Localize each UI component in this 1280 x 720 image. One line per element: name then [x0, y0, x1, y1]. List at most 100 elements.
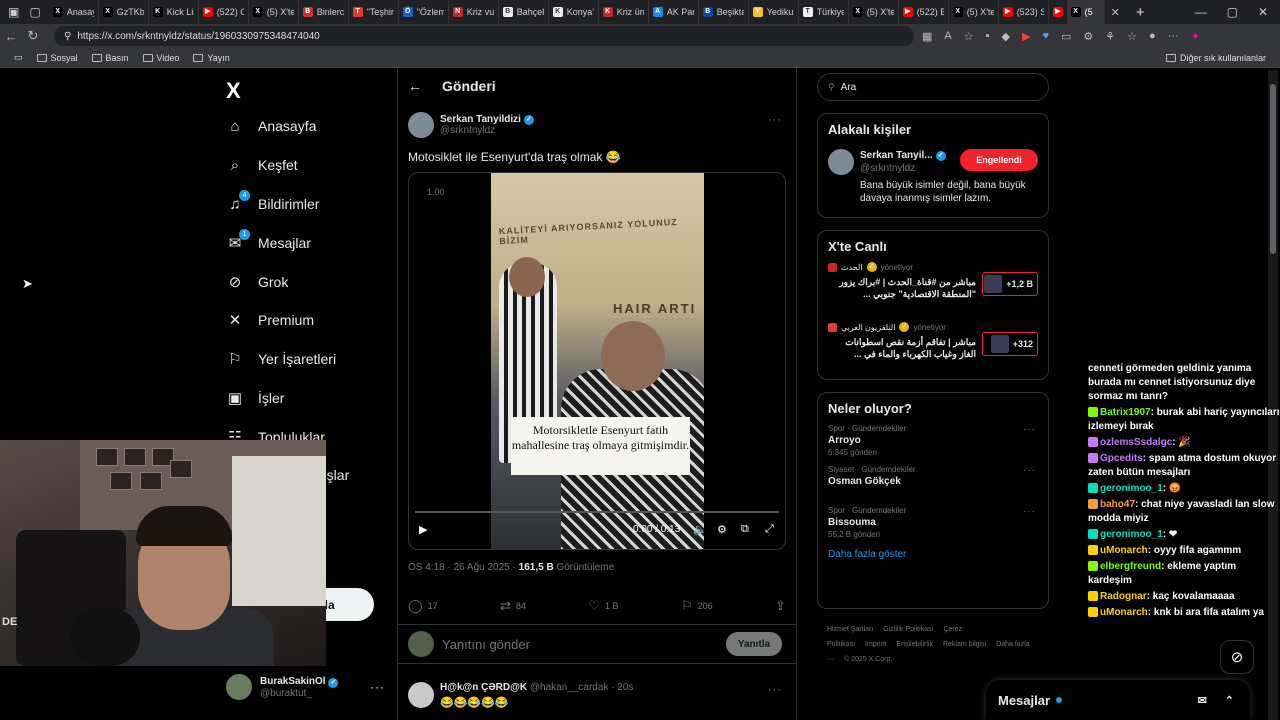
split-icon[interactable]: ▦: [922, 30, 932, 43]
browser-tab[interactable]: N Kriz vu: [449, 0, 499, 24]
author-name[interactable]: Serkan Tanyildizi ✓: [440, 114, 534, 125]
browser-tab[interactable]: X (5) X'te: [849, 0, 899, 24]
footer-link[interactable]: Hizmet Şartları: [827, 626, 873, 633]
trend-more-icon[interactable]: ···: [1023, 506, 1036, 517]
extension-icon[interactable]: ◆: [1002, 30, 1010, 43]
new-message-icon[interactable]: ✉: [1198, 694, 1207, 707]
profile-icon[interactable]: ▣: [8, 5, 19, 19]
related-name[interactable]: Serkan Tanyil... ✓: [860, 150, 946, 161]
trend-more-icon[interactable]: ···: [1023, 465, 1036, 476]
fullscreen-icon[interactable]: ⤢: [765, 523, 774, 536]
bookmark-folder[interactable]: Sosyal: [36, 53, 78, 63]
live-item[interactable]: التلفزيون العربي ✓ yönetiyor مباشر | تفاقم …: [818, 322, 1048, 382]
bookmark-reading-icon[interactable]: ▭: [14, 52, 23, 63]
browser-tab[interactable]: Ö "Özlem: [399, 0, 449, 24]
comment-item[interactable]: H@k@n ÇƏRD@K @hakan__cardak · 20s 😂😂😂😂😂: [408, 682, 633, 709]
minimize-icon[interactable]: —: [1195, 5, 1207, 19]
bookmark-folder[interactable]: Basın: [91, 53, 129, 63]
browser-tab[interactable]: ▶ (522) B: [899, 0, 949, 24]
search-input[interactable]: ⚲ Ara: [817, 73, 1049, 101]
extensions-icon[interactable]: ⚘: [1105, 30, 1115, 43]
browser-tab[interactable]: ▶ (523) S: [999, 0, 1049, 24]
like-action[interactable]: ♡ 1 B: [588, 598, 618, 614]
nav-item-jobs[interactable]: ▣ İşler: [226, 389, 285, 407]
x-logo[interactable]: X: [226, 78, 241, 104]
video-player[interactable]: 1.00 KALİTEYİ ARIYORSANIZ YOLUNUZ BİZİM …: [408, 172, 786, 550]
browser-tab[interactable]: X (5) X'te: [249, 0, 299, 24]
back-icon[interactable]: ←: [0, 29, 22, 44]
back-arrow-icon[interactable]: ←: [408, 78, 422, 94]
browser-tab[interactable]: ▶(523) R: [1049, 0, 1067, 24]
expand-icon[interactable]: ⌃: [1225, 694, 1234, 707]
chat-username[interactable]: Gpcedits: [1100, 453, 1143, 464]
volume-icon[interactable]: 🔈: [693, 523, 707, 536]
nav-item-premium[interactable]: ✕ Premium: [226, 311, 314, 329]
chat-username[interactable]: baho47: [1100, 499, 1135, 510]
chat-username[interactable]: uMonarch: [1100, 607, 1148, 618]
browser-tab[interactable]: X (5) X'te: [949, 0, 999, 24]
nav-item-explore[interactable]: ⌕ Keşfet: [226, 156, 298, 174]
live-listener-count[interactable]: +312: [982, 332, 1038, 356]
chat-username[interactable]: geronimoo_1: [1100, 483, 1163, 494]
avatar[interactable]: [828, 149, 854, 175]
browser-tab[interactable]: Y Yediku: [749, 0, 799, 24]
chat-username[interactable]: geronimoo_1: [1100, 529, 1163, 540]
copilot-icon[interactable]: ✦: [1191, 30, 1200, 43]
trend-more-icon[interactable]: ···: [1023, 424, 1036, 435]
footer-link[interactable]: © 2025 X Corp.: [844, 656, 892, 663]
live-listener-count[interactable]: +1,2 B: [982, 272, 1038, 296]
pip-icon[interactable]: ⧉: [741, 523, 749, 536]
active-tab[interactable]: X (5: [1066, 0, 1105, 24]
bookmark-action[interactable]: ⚐ 206: [681, 598, 713, 614]
chat-username[interactable]: uMonarch: [1100, 545, 1148, 556]
post-author[interactable]: Serkan Tanyildizi ✓ @srkntnyldz: [408, 112, 534, 138]
extension-icon[interactable]: ⚙: [1083, 30, 1093, 43]
account-more-icon[interactable]: ···: [370, 680, 385, 694]
messages-drawer[interactable]: Mesajlar ✉ ⌃: [986, 680, 1250, 720]
extension-icon[interactable]: ▭: [1061, 30, 1071, 43]
reply-button[interactable]: Yanıtla: [726, 632, 782, 656]
browser-tab[interactable]: B Bahçeli: [499, 0, 549, 24]
reload-icon[interactable]: ↻: [22, 28, 44, 44]
comment-more-icon[interactable]: ···: [768, 684, 782, 696]
account-switcher[interactable]: BurakSakinOl ✓ @buraktut_: [226, 672, 386, 702]
footer-link[interactable]: Imprint: [865, 641, 886, 648]
nav-item-messages[interactable]: ✉ 1 Mesajlar: [226, 229, 311, 252]
related-person[interactable]: Serkan Tanyil... ✓ @srkntnyldz Bana büyük…: [818, 145, 1048, 215]
close-window-icon[interactable]: ✕: [1258, 5, 1268, 19]
play-icon[interactable]: ▶: [419, 523, 427, 536]
browser-tab[interactable]: XAnasay: [49, 0, 99, 24]
browser-tab[interactable]: T "Teşhir: [349, 0, 399, 24]
trend-item[interactable]: Spor · Gündemdekiler Arroyo 6.345 gönderi ·…: [818, 424, 1048, 465]
bookmark-folder[interactable]: Yayın: [193, 53, 230, 63]
show-more-link[interactable]: Daha fazla göster: [818, 547, 1048, 570]
bookmark-folder[interactable]: Video: [142, 53, 179, 63]
url-field[interactable]: ⚲ https://x.com/srkntnyldz/status/196033…: [54, 26, 914, 46]
new-tab-icon[interactable]: +: [1126, 4, 1155, 21]
tab-close-icon[interactable]: ✕: [1105, 6, 1126, 19]
nav-item-home[interactable]: ⌂ Anasayfa: [226, 117, 316, 135]
video-frame[interactable]: KALİTEYİ ARIYORSANIZ YOLUNUZ BİZİM HAIR …: [491, 173, 704, 549]
nav-item-bookmarks[interactable]: ⚐ Yer İşaretleri: [226, 350, 336, 368]
footer-link[interactable]: Gizlilik Politikası: [883, 626, 933, 633]
favorites-icon[interactable]: ☆: [1127, 30, 1137, 43]
grok-floating-icon[interactable]: ⊘: [1220, 640, 1254, 674]
repost-action[interactable]: ⇄ 84: [500, 598, 526, 614]
post-more-icon[interactable]: ···: [768, 114, 782, 126]
settings-gear-icon[interactable]: ⚙: [717, 523, 727, 536]
avatar[interactable]: [408, 682, 434, 708]
extension-icon[interactable]: ♥: [1042, 30, 1049, 43]
chat-username[interactable]: elbergfreund: [1100, 561, 1161, 572]
site-info-icon[interactable]: ⚲: [64, 31, 71, 42]
chat-username[interactable]: Radognar: [1100, 591, 1147, 602]
video-progress-bar[interactable]: [415, 511, 779, 513]
reply-action[interactable]: ◯ 17: [408, 598, 438, 614]
browser-tab[interactable]: AAK Part: [649, 0, 699, 24]
browser-tab[interactable]: T Türkiye: [799, 0, 849, 24]
browser-tab[interactable]: K Konya': [549, 0, 599, 24]
other-favorites[interactable]: Diğer sık kullanılanlar: [1165, 53, 1266, 63]
extension-icon[interactable]: ▶: [1022, 30, 1030, 43]
trend-item[interactable]: Spor · Gündemdekiler Bissouma 55,2 B gönde…: [818, 506, 1048, 547]
chat-username[interactable]: Batrix1907: [1100, 407, 1151, 418]
trend-item[interactable]: Siyaset · Gündemdekiler Osman Gökçek ···: [818, 465, 1048, 506]
